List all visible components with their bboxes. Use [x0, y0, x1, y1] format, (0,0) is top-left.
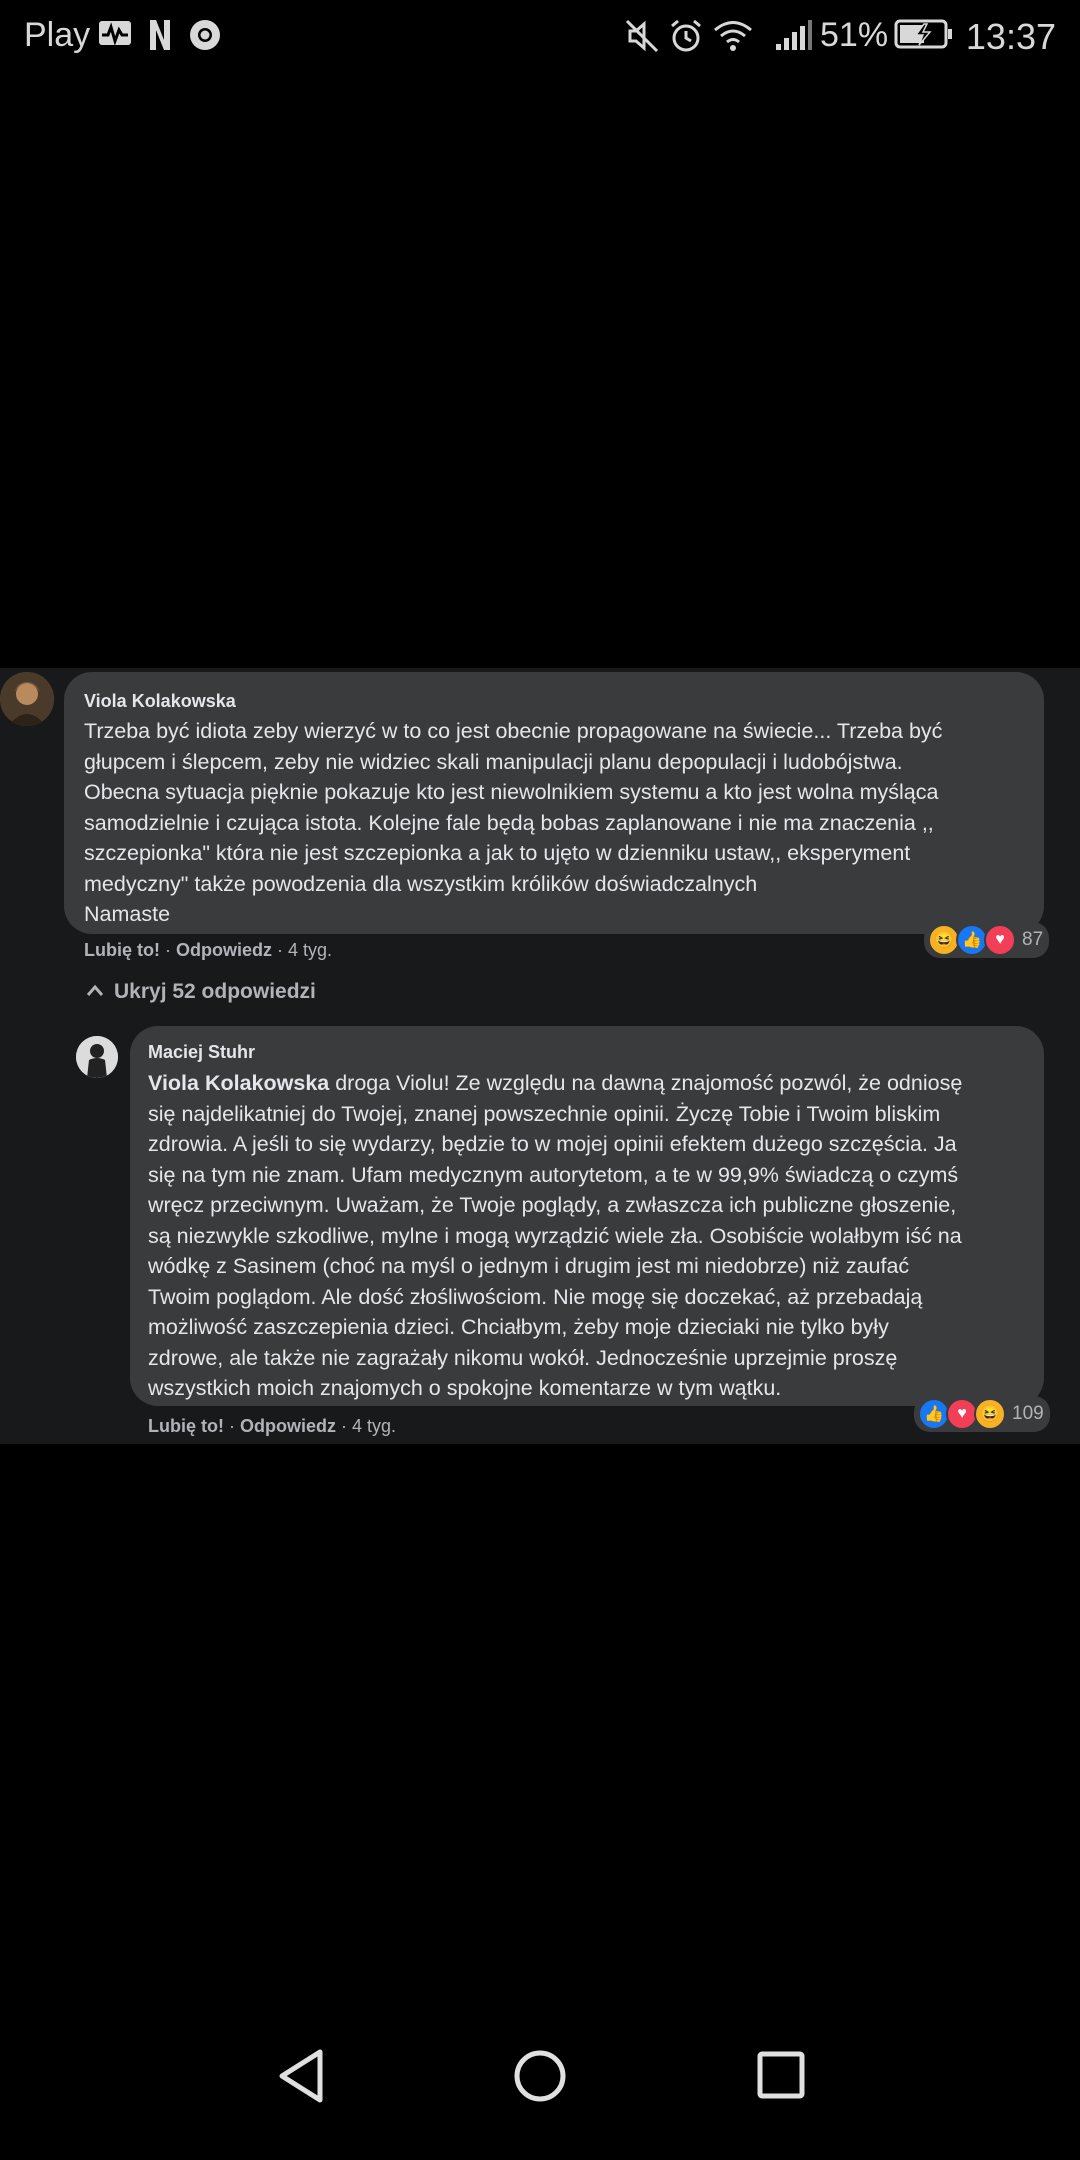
avatar[interactable]	[0, 672, 54, 726]
hide-replies-label: Ukryj 52 odpowiedzi	[114, 980, 316, 1003]
mute-icon	[624, 18, 660, 63]
home-icon[interactable]	[512, 2048, 568, 2109]
comment-text: Trzeba być idiota zeby wierzyć w to co j…	[84, 719, 943, 926]
chevron-up-icon	[86, 980, 104, 1004]
chrome-icon	[188, 18, 222, 61]
reaction-count: 109	[1012, 1403, 1044, 1424]
mention-link[interactable]: Viola Kolakowska	[148, 1071, 329, 1095]
status-bar: Play 51% 13:37	[0, 0, 1080, 72]
comment-author[interactable]: Viola Kolakowska	[84, 691, 236, 712]
hide-replies-button[interactable]: Ukryj 52 odpowiedzi	[86, 980, 316, 1004]
recents-icon[interactable]	[756, 2048, 806, 2109]
comment-bubble: Viola Kolakowska Trzeba być idiota zeby …	[64, 672, 1044, 934]
battery-charging-icon	[894, 18, 954, 59]
battery-percent: 51%	[820, 16, 889, 54]
haha-reaction-icon: 😆	[974, 1398, 1006, 1430]
netflix-icon	[148, 18, 172, 61]
reply-bubble: Maciej Stuhr Viola Kolakowska droga Viol…	[130, 1026, 1044, 1406]
reply-time: 4 tyg.	[352, 1416, 397, 1436]
comments-panel: Viola Kolakowska Trzeba być idiota zeby …	[0, 668, 1080, 1444]
reply-reactions[interactable]: 👍 ♥ 😆 109	[914, 1396, 1050, 1432]
like-button[interactable]: Lubię to!	[84, 940, 160, 960]
reaction-count: 87	[1022, 929, 1044, 950]
reply-author[interactable]: Maciej Stuhr	[148, 1042, 255, 1063]
reply-button[interactable]: Odpowiedz	[240, 1416, 336, 1436]
activity-icon	[98, 18, 132, 57]
reply-actions: Lubię to! · Odpowiedz · 4 tyg.	[148, 1416, 397, 1436]
carrier-label: Play	[24, 16, 91, 54]
signal-icon	[774, 18, 814, 61]
reply-text: Viola Kolakowska droga Violu! Ze względu…	[148, 1068, 1038, 1404]
comment-time: 4 tyg.	[288, 940, 333, 960]
reply-avatar[interactable]	[76, 1036, 118, 1078]
comment-actions: Lubię to! · Odpowiedz · 4 tyg.	[84, 940, 333, 960]
comment-reactions[interactable]: 😆 👍 ♥ 87	[924, 922, 1050, 958]
alarm-icon	[668, 18, 704, 63]
wifi-icon	[712, 18, 754, 63]
clock: 13:37	[965, 16, 1056, 57]
like-button[interactable]: Lubię to!	[148, 1416, 224, 1436]
back-icon[interactable]	[276, 2048, 326, 2109]
navigation-bar	[0, 2020, 1080, 2160]
love-reaction-icon: ♥	[984, 924, 1016, 956]
reply-body: droga Violu! Ze względu na dawną znajomo…	[148, 1071, 963, 1400]
reply-button[interactable]: Odpowiedz	[176, 940, 272, 960]
